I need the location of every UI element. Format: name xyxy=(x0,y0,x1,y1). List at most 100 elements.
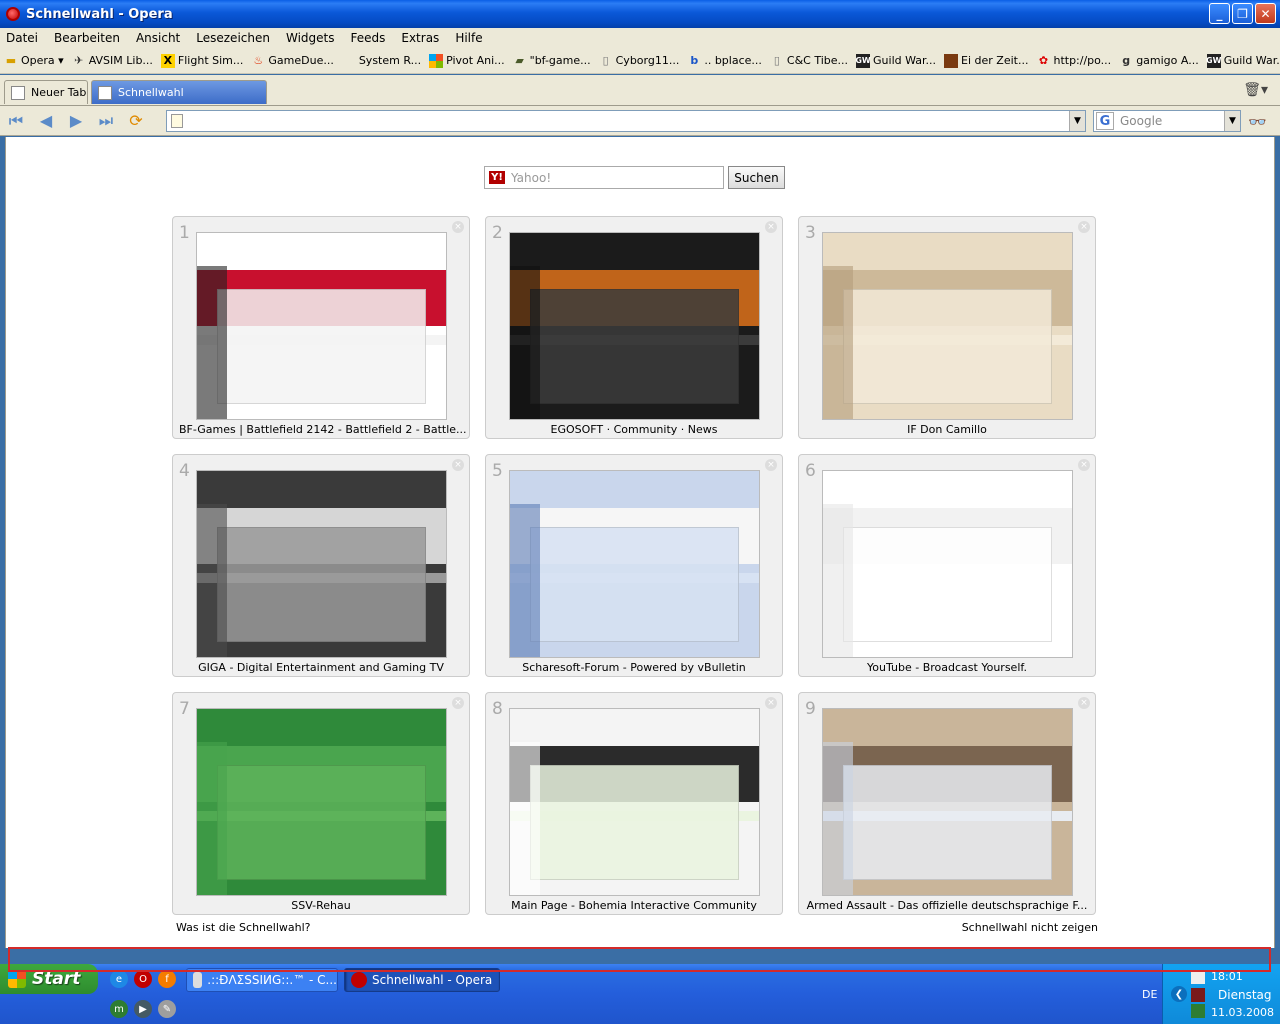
speed-dial-thumbnail[interactable] xyxy=(509,232,760,420)
close-icon[interactable]: × xyxy=(765,697,777,709)
tab-neuer-tab[interactable]: Neuer Tab xyxy=(4,80,88,104)
x-logo-icon: X xyxy=(160,53,175,68)
bookmark-item[interactable]: Ei der Zeit... xyxy=(944,53,1028,68)
close-icon[interactable]: × xyxy=(452,697,464,709)
maximize-button[interactable]: ❐ xyxy=(1232,3,1253,24)
close-icon[interactable]: × xyxy=(452,459,464,471)
media-player-icon[interactable]: ▶ xyxy=(134,1000,152,1018)
close-icon[interactable]: × xyxy=(1078,459,1090,471)
menu-feeds[interactable]: Feeds xyxy=(350,31,385,45)
chevron-down-icon[interactable]: ▼ xyxy=(1069,111,1085,131)
bookmark-item[interactable]: ▰ "bf-game... xyxy=(513,54,590,68)
bookmark-item[interactable]: ▯ C&C Tibe... xyxy=(770,54,848,68)
bookmark-item[interactable]: X Flight Sim... xyxy=(160,53,243,68)
bookmark-item[interactable]: System R... xyxy=(342,54,421,68)
reload-button[interactable]: ⟳ xyxy=(122,109,150,133)
network-icon[interactable] xyxy=(1191,970,1205,984)
speed-dial-item[interactable]: 4 × GIGA - Digital Entertainment and Gamin… xyxy=(172,454,470,677)
speed-dial-thumbnail[interactable] xyxy=(822,232,1073,420)
opera-icon[interactable]: O xyxy=(134,970,152,988)
speed-dial-thumbnail[interactable] xyxy=(509,470,760,658)
suchen-button[interactable]: Suchen xyxy=(728,166,785,189)
bookmark-item[interactable]: GWGuild War... xyxy=(855,53,936,68)
taskbar-button-dressing[interactable]: .::ÐΛΣSSIИG::.™ - C... xyxy=(186,968,338,992)
forward-button[interactable]: ▶ xyxy=(62,109,90,133)
bookmark-item[interactable]: g gamigo A... xyxy=(1119,54,1198,68)
speed-dial-title: Main Page - Bohemia Interactive Communit… xyxy=(511,899,757,912)
back-button[interactable]: ◀ xyxy=(32,109,60,133)
page-icon xyxy=(98,85,112,100)
bookmarks-bar: ▬ Opera ▾ ✈ AVSIM Lib... X Flight Sim... ♨ G… xyxy=(0,48,1280,74)
bookmark-item[interactable]: GWGuild War... xyxy=(1206,53,1280,68)
bookmark-item[interactable]: ✿ http://po... xyxy=(1036,54,1111,68)
menu-bearbeiten[interactable]: Bearbeiten xyxy=(54,31,120,45)
speed-dial-item[interactable]: 2 × EGOSOFT · Community · News xyxy=(485,216,783,439)
close-icon[interactable]: × xyxy=(1078,221,1090,233)
speed-dial-thumbnail[interactable] xyxy=(196,708,447,896)
page-icon xyxy=(11,85,25,100)
blank-icon xyxy=(342,54,356,68)
speed-dial-number: 3 xyxy=(805,223,816,243)
speed-dial-thumbnail[interactable] xyxy=(196,470,447,658)
bookmark-item[interactable]: ▯ Cyborg11... xyxy=(599,54,680,68)
pages-icon: ▯ xyxy=(773,54,780,67)
bookmark-item[interactable]: b.. bplace... xyxy=(687,54,762,68)
speed-dial-item[interactable]: 3 × IF Don Camillo xyxy=(798,216,1096,439)
bookmark-item[interactable]: ♨ GameDue... xyxy=(251,54,333,68)
menu-datei[interactable]: Datei xyxy=(6,31,38,45)
glasses-icon[interactable]: 👓 xyxy=(1248,113,1267,131)
minimize-button[interactable]: _ xyxy=(1209,3,1230,24)
forward-arrow-icon: ▶ xyxy=(69,111,83,130)
close-icon[interactable]: × xyxy=(452,221,464,233)
tool-icon[interactable]: ✎ xyxy=(158,1000,176,1018)
speed-dial-title: Armed Assault - Das offizielle deutschsp… xyxy=(806,899,1088,912)
rewind-icon: ⏮ xyxy=(8,110,24,130)
search-field[interactable]: G Google ▼ xyxy=(1093,110,1241,132)
chevron-down-icon[interactable]: ▼ xyxy=(1224,111,1240,131)
messenger-icon[interactable]: m xyxy=(110,1000,128,1018)
speed-dial-item[interactable]: 6 × YouTube - Broadcast Yourself. xyxy=(798,454,1096,677)
close-icon[interactable]: × xyxy=(765,221,777,233)
menu-hilfe[interactable]: Hilfe xyxy=(455,31,482,45)
close-button[interactable]: ✕ xyxy=(1255,3,1276,24)
bookmark-item[interactable]: ✈ AVSIM Lib... xyxy=(72,54,153,68)
chevron-left-icon[interactable]: ❮ xyxy=(1171,986,1187,1002)
address-field[interactable]: ▼ xyxy=(166,110,1086,132)
page-icon: ▯ xyxy=(602,54,609,67)
taskbar-button-opera[interactable]: Schnellwahl - Opera xyxy=(344,968,500,992)
app-tray-icon[interactable] xyxy=(1191,1004,1205,1018)
speed-dial-thumbnail[interactable] xyxy=(822,708,1073,896)
speed-dial-number: 5 xyxy=(492,461,503,481)
speed-dial-item[interactable]: 1 × BF-Games | Battlefield 2142 - Battlefi… xyxy=(172,216,470,439)
trash-icon[interactable]: 🗑▾ xyxy=(1243,82,1268,98)
close-icon[interactable]: × xyxy=(1078,697,1090,709)
speed-dial-thumbnail[interactable] xyxy=(822,470,1073,658)
speed-dial-title: EGOSOFT · Community · News xyxy=(550,423,718,436)
bookmark-item[interactable]: ▬ Opera ▾ xyxy=(4,54,64,68)
app-tray-icon[interactable] xyxy=(1191,988,1205,1002)
language-indicator[interactable]: DE xyxy=(1142,988,1157,1001)
speed-dial-thumbnail[interactable] xyxy=(196,232,447,420)
fast-forward-button[interactable]: ⏭ xyxy=(92,109,120,133)
speed-dial-item[interactable]: 7 × SSV-Rehau xyxy=(172,692,470,915)
menu-extras[interactable]: Extras xyxy=(401,31,439,45)
speed-dial-thumbnail[interactable] xyxy=(509,708,760,896)
bookmark-item[interactable]: Pivot Ani... xyxy=(429,53,505,68)
yahoo-search-input[interactable]: Y! Yahoo! xyxy=(484,166,724,189)
menu-lesezeichen[interactable]: Lesezeichen xyxy=(196,31,270,45)
close-icon[interactable]: × xyxy=(765,459,777,471)
what-is-speed-dial-link[interactable]: Was ist die Schnellwahl? xyxy=(176,921,311,934)
rewind-button[interactable]: ⏮ xyxy=(2,109,30,133)
speed-dial-item[interactable]: 9 × Armed Assault - Das offizielle deutsch… xyxy=(798,692,1096,915)
speed-dial-number: 6 xyxy=(805,461,816,481)
menu-widgets[interactable]: Widgets xyxy=(286,31,335,45)
tab-schnellwahl[interactable]: Schnellwahl xyxy=(91,80,267,104)
firefox-icon[interactable]: f xyxy=(158,970,176,988)
speed-dial-item[interactable]: 5 × Scharesoft-Forum - Powered by vBulleti… xyxy=(485,454,783,677)
ie-icon[interactable]: e xyxy=(110,970,128,988)
speed-dial-item[interactable]: 8 × Main Page - Bohemia Interactive Commun… xyxy=(485,692,783,915)
start-button[interactable]: Start xyxy=(0,964,98,994)
speed-dial-number: 1 xyxy=(179,223,190,243)
hide-speed-dial-link[interactable]: Schnellwahl nicht zeigen xyxy=(962,921,1098,934)
menu-ansicht[interactable]: Ansicht xyxy=(136,31,180,45)
